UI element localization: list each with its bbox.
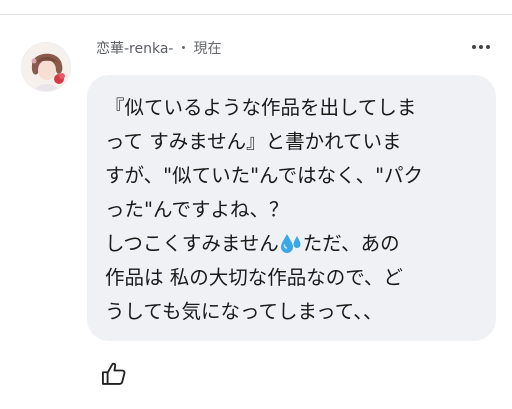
avatar[interactable] xyxy=(21,42,71,92)
comment-line: しつこくすみません xyxy=(105,232,279,255)
comment-line: すが、"似ていた"んではなく、"パク xyxy=(105,164,424,187)
thumbs-up-icon xyxy=(101,362,126,385)
comment-bubble: 『似ているような作品を出してしま って すみません』と書かれていま すが、"似て… xyxy=(87,75,496,341)
comment-line: って すみません』と書かれていま xyxy=(105,130,402,153)
comment-line: 作品は 私の大切な作品なので、ど xyxy=(105,266,403,289)
more-options-button[interactable] xyxy=(468,40,494,54)
comment: 恋華-renka- ・現在 『似ているような作品を出してしま って すみません』と… xyxy=(0,0,512,409)
comment-body: 『似ているような作品を出してしま って すみません』と書かれていま すが、"似て… xyxy=(105,91,482,329)
comment-line: った"んですよね、？ xyxy=(105,198,289,221)
meta-separator: ・ xyxy=(176,41,191,57)
comment-header: 恋華-renka- ・現在 xyxy=(96,38,221,58)
avatar-illustration xyxy=(22,43,70,91)
comment-line: うしても気になってしまって、、 xyxy=(105,300,383,323)
like-button[interactable] xyxy=(100,360,128,388)
comment-line: ただ、あの xyxy=(302,232,400,255)
more-horizontal-icon xyxy=(472,45,476,49)
comment-line: 『似ているような作品を出してしま xyxy=(105,96,417,119)
author-name[interactable]: 恋華-renka- xyxy=(96,41,173,57)
sweat-droplets-icon xyxy=(280,234,301,253)
timestamp[interactable]: 現在 xyxy=(193,41,221,57)
